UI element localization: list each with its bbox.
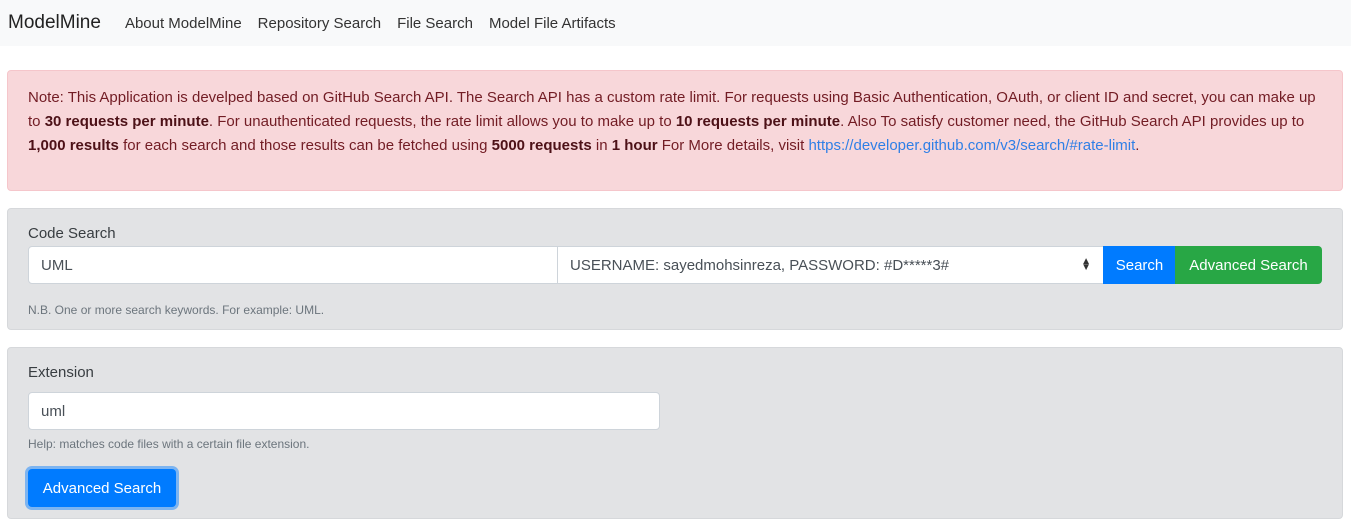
code-search-label: Code Search [28,225,116,242]
brand-logo[interactable]: ModelMine [8,12,101,34]
alert-bold: 5000 requests [491,137,592,154]
extension-advanced-search-button[interactable]: Advanced Search [28,469,176,507]
rate-limit-link[interactable]: https://developer.github.com/v3/search/#… [808,137,1135,154]
alert-text: in [591,137,612,154]
credential-selected-value: USERNAME: sayedmohsinreza, PASSWORD: #D*… [570,256,950,274]
search-keyword-input[interactable]: UML [28,246,558,284]
search-button[interactable]: Search [1103,246,1176,284]
credential-select[interactable]: USERNAME: sayedmohsinreza, PASSWORD: #D*… [557,246,1104,284]
alert-text: . Also To satisfy customer need, the Git… [840,113,1305,130]
alert-text: for each search and those results can be… [118,137,492,154]
extension-value: uml [41,402,66,420]
search-keyword-value: UML [41,256,73,274]
extension-input[interactable]: uml [28,392,660,430]
code-search-card: Code Search UML USERNAME: sayedmohsinrez… [7,208,1343,330]
select-caret-icon: ▲ ▼ [1081,256,1091,273]
alert-text: . [1135,137,1140,154]
alert-bold: 30 requests per minute [44,113,209,130]
extension-help: Help: matches code files with a certain … [28,437,310,451]
code-search-help: N.B. One or more search keywords. For ex… [28,303,325,317]
nav-file-search[interactable]: File Search [397,15,473,32]
alert-bold: 1 hour [611,137,658,154]
alert-text: . For unauthenticated requests, the rate… [208,113,676,130]
alert-text: For More details, visit [657,137,809,154]
nav-model-file-artifacts[interactable]: Model File Artifacts [489,15,616,32]
alert-bold: 10 requests per minute [675,113,841,130]
advanced-search-button[interactable]: Advanced Search [1175,246,1322,284]
nav-about[interactable]: About ModelMine [125,15,242,32]
alert-bold: 1,000 results [28,137,119,154]
extension-card: Extension uml Help: matches code files w… [7,347,1343,519]
extension-label: Extension [28,364,94,381]
navbar: ModelMine About ModelMine Repository Sea… [0,0,1351,46]
nav-repository-search[interactable]: Repository Search [258,15,381,32]
rate-limit-alert: Note: This Application is develped based… [7,70,1343,191]
